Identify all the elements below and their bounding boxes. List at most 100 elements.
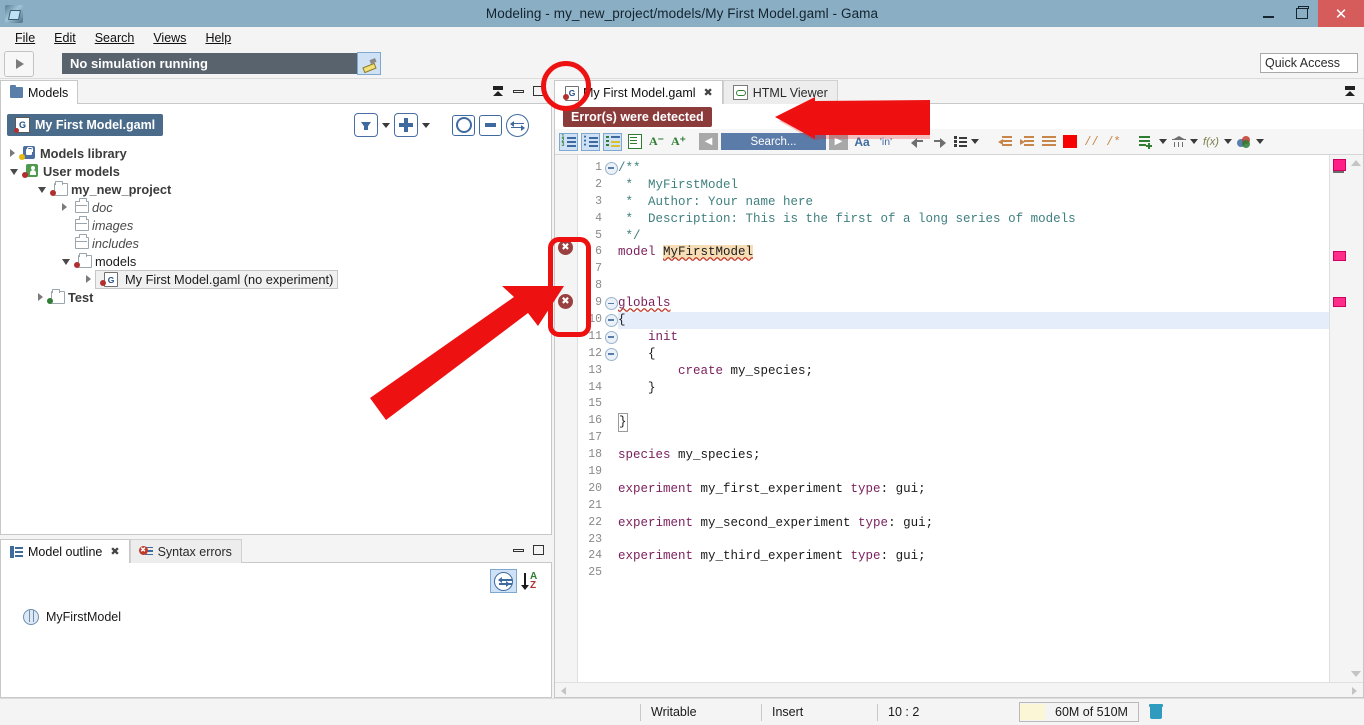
minimize-icon[interactable] [513, 87, 524, 96]
minimize-button[interactable] [1252, 0, 1285, 27]
minimize-restore-icon[interactable] [492, 85, 504, 97]
outline-dropdown-icon[interactable] [971, 139, 979, 144]
folding-gutter[interactable] [604, 155, 618, 682]
back-icon[interactable] [908, 133, 927, 151]
code-line[interactable]: experiment my_second_experiment type: gu… [618, 515, 1329, 532]
forward-icon[interactable] [930, 133, 949, 151]
maximize-icon[interactable] [533, 545, 544, 555]
collapse-all-button[interactable] [479, 114, 505, 136]
scroll-down-icon[interactable] [1351, 671, 1361, 677]
close-button[interactable]: ✕ [1318, 0, 1364, 27]
code-line[interactable]: { [618, 312, 1329, 329]
code-line[interactable]: * MyFirstModel [618, 177, 1329, 194]
vertical-scrollbar[interactable] [1348, 155, 1363, 682]
color-icon[interactable] [1061, 133, 1079, 151]
code-line[interactable] [618, 464, 1329, 481]
menu-help[interactable]: Help [196, 29, 240, 47]
models-tree[interactable]: Models library User models my_new_projec… [1, 142, 551, 534]
code-line[interactable]: globals [618, 295, 1329, 312]
theme-dropdown-icon[interactable] [1256, 139, 1264, 144]
code-line[interactable]: experiment my_third_experiment type: gui… [618, 548, 1329, 565]
chevron-right-icon[interactable] [62, 203, 67, 211]
code-line[interactable]: } [618, 380, 1329, 397]
import-dropdown-icon[interactable] [382, 122, 390, 128]
collapse-icon[interactable] [605, 161, 618, 175]
overview-error-marker[interactable] [1333, 159, 1346, 171]
code-line[interactable]: model MyFirstModel [618, 244, 1329, 261]
tree-item-doc[interactable]: doc [1, 198, 551, 216]
quick-access-input[interactable]: Quick Access [1260, 53, 1358, 73]
restore-icon[interactable] [1344, 85, 1356, 97]
code-line[interactable] [618, 565, 1329, 582]
numbered-list-icon[interactable]: 123 [559, 132, 578, 151]
code-line[interactable]: * Author: Your name here [618, 194, 1329, 211]
code-line[interactable]: experiment my_first_experiment type: gui… [618, 481, 1329, 498]
tree-item-images[interactable]: images [1, 216, 551, 234]
sort-az-button[interactable]: A Z [521, 570, 543, 592]
increase-font-icon[interactable]: A⁺ [669, 133, 688, 151]
collapse-icon[interactable] [605, 330, 618, 344]
library-dropdown-icon[interactable] [1190, 139, 1198, 144]
edit-mode-button[interactable] [357, 52, 381, 75]
fold-toggle[interactable] [604, 295, 618, 312]
menu-file[interactable]: File [6, 29, 44, 47]
tree-item-models[interactable]: models [1, 252, 551, 270]
fold-toggle[interactable] [604, 160, 618, 177]
maximize-button[interactable] [1285, 0, 1318, 27]
code-line[interactable]: init [618, 329, 1329, 346]
history-button[interactable] [452, 114, 478, 136]
close-icon[interactable]: ✖ [110, 545, 119, 558]
menu-edit[interactable]: Edit [45, 29, 85, 47]
indent-icon[interactable] [1017, 133, 1036, 151]
minimize-icon[interactable] [513, 546, 524, 555]
tab-models[interactable]: Models [0, 80, 79, 104]
overview-error-marker[interactable] [1333, 297, 1346, 307]
chevron-down-icon[interactable] [10, 169, 18, 175]
tree-item-my-first-model[interactable]: G My First Model.gaml (no experiment) [1, 269, 551, 289]
error-marker-icon[interactable]: ✖ [558, 240, 573, 255]
format-icon[interactable] [1039, 133, 1058, 151]
link-with-editor-button[interactable] [490, 569, 517, 593]
code-line[interactable]: /** [618, 160, 1329, 177]
code-line[interactable]: } [618, 413, 1329, 433]
new-dropdown-icon[interactable] [422, 122, 430, 128]
collapse-icon[interactable] [605, 313, 618, 327]
whole-word-icon[interactable]: 'in' [876, 133, 896, 151]
overview-ruler[interactable] [1329, 155, 1348, 682]
function-icon[interactable]: f(x) [1201, 133, 1221, 151]
code-line[interactable]: create my_species; [618, 363, 1329, 380]
bulleted-list-icon[interactable]: ● ● ● [581, 132, 600, 151]
run-simulation-button[interactable] [4, 50, 34, 77]
match-case-icon[interactable]: Aa [851, 133, 873, 151]
tree-item-models-library[interactable]: Models library [1, 144, 551, 162]
scroll-up-icon[interactable] [1351, 160, 1361, 166]
collapse-icon[interactable] [605, 297, 618, 311]
chevron-down-icon[interactable] [38, 187, 46, 193]
fold-toggle[interactable] [604, 312, 618, 329]
overview-error-marker[interactable] [1333, 251, 1346, 261]
heap-status[interactable]: 60M of 510M [1019, 702, 1139, 722]
theme-icon[interactable] [1235, 133, 1253, 151]
line-comment-icon[interactable]: // [1082, 133, 1101, 151]
tree-item-user-models[interactable]: User models [1, 162, 551, 180]
chevron-right-icon[interactable] [10, 149, 15, 157]
current-model-chip[interactable]: G My First Model.gaml [7, 114, 164, 136]
tree-item-my-new-project[interactable]: my_new_project [1, 180, 551, 198]
tab-model-outline[interactable]: Model outline ✖ [0, 539, 130, 563]
tab-syntax-errors[interactable]: ✖ Syntax errors [129, 539, 242, 563]
block-comment-icon[interactable]: /* [1104, 133, 1123, 151]
scroll-left-icon[interactable] [561, 687, 566, 695]
code-line[interactable] [618, 261, 1329, 278]
link-with-editor-button[interactable] [506, 113, 529, 137]
decrease-font-icon[interactable]: A⁻ [647, 133, 666, 151]
close-icon[interactable]: ✖ [704, 86, 713, 99]
annotation-ruler[interactable]: ✖ ✖ [555, 155, 578, 682]
function-dropdown-icon[interactable] [1224, 139, 1232, 144]
tree-item-test[interactable]: Test [1, 288, 551, 306]
chevron-down-icon[interactable] [62, 259, 70, 265]
collapse-icon[interactable] [605, 347, 618, 361]
outline-list-icon[interactable] [952, 133, 968, 151]
tab-my-first-model-gaml[interactable]: G My First Model.gaml ✖ [554, 80, 723, 104]
error-marker-icon[interactable]: ✖ [558, 294, 573, 309]
outdent-icon[interactable] [995, 133, 1014, 151]
